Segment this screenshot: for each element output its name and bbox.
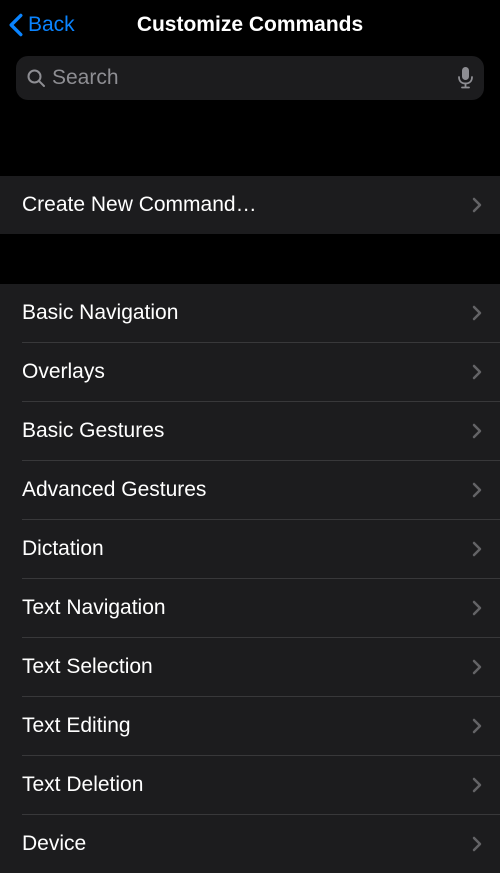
list-section-categories: Basic Navigation Overlays Basic Gestures…: [0, 284, 500, 873]
list-item-overlays[interactable]: Overlays: [0, 343, 500, 401]
list-item-dictation[interactable]: Dictation: [0, 520, 500, 578]
list-item-text-navigation[interactable]: Text Navigation: [0, 579, 500, 637]
list-item-label: Text Selection: [22, 655, 153, 679]
section-spacer: [0, 234, 500, 284]
page-title: Customize Commands: [137, 13, 363, 37]
list-item-label: Basic Navigation: [22, 301, 178, 325]
chevron-right-icon: [472, 305, 482, 321]
list-item-advanced-gestures[interactable]: Advanced Gestures: [0, 461, 500, 519]
chevron-right-icon: [472, 659, 482, 675]
chevron-left-icon: [8, 13, 24, 37]
chevron-right-icon: [472, 600, 482, 616]
list-item-label: Create New Command…: [22, 193, 257, 217]
search-bar[interactable]: [16, 56, 484, 100]
chevron-right-icon: [472, 364, 482, 380]
list-item-basic-gestures[interactable]: Basic Gestures: [0, 402, 500, 460]
microphone-icon[interactable]: [457, 67, 474, 89]
list-item-label: Dictation: [22, 537, 104, 561]
list-item-text-editing[interactable]: Text Editing: [0, 697, 500, 755]
chevron-right-icon: [472, 836, 482, 852]
list-item-label: Text Navigation: [22, 596, 166, 620]
chevron-right-icon: [472, 197, 482, 213]
chevron-right-icon: [472, 482, 482, 498]
list-item-label: Basic Gestures: [22, 419, 164, 443]
chevron-right-icon: [472, 718, 482, 734]
back-label: Back: [28, 13, 75, 37]
back-button[interactable]: Back: [8, 13, 75, 37]
chevron-right-icon: [472, 423, 482, 439]
list-item-text-deletion[interactable]: Text Deletion: [0, 756, 500, 814]
list-item-label: Device: [22, 832, 86, 856]
search-container: [0, 50, 500, 114]
search-input[interactable]: [52, 66, 457, 90]
list-item-text-selection[interactable]: Text Selection: [0, 638, 500, 696]
chevron-right-icon: [472, 541, 482, 557]
list-item-device[interactable]: Device: [0, 815, 500, 873]
list-item-label: Overlays: [22, 360, 105, 384]
section-spacer: [0, 114, 500, 176]
chevron-right-icon: [472, 777, 482, 793]
list-item-basic-navigation[interactable]: Basic Navigation: [0, 284, 500, 342]
list-section-create: Create New Command…: [0, 176, 500, 234]
list-item-label: Advanced Gestures: [22, 478, 206, 502]
search-icon: [26, 68, 46, 88]
list-item-create-new-command[interactable]: Create New Command…: [0, 176, 500, 234]
list-item-label: Text Deletion: [22, 773, 143, 797]
list-item-label: Text Editing: [22, 714, 131, 738]
nav-bar: Back Customize Commands: [0, 0, 500, 50]
